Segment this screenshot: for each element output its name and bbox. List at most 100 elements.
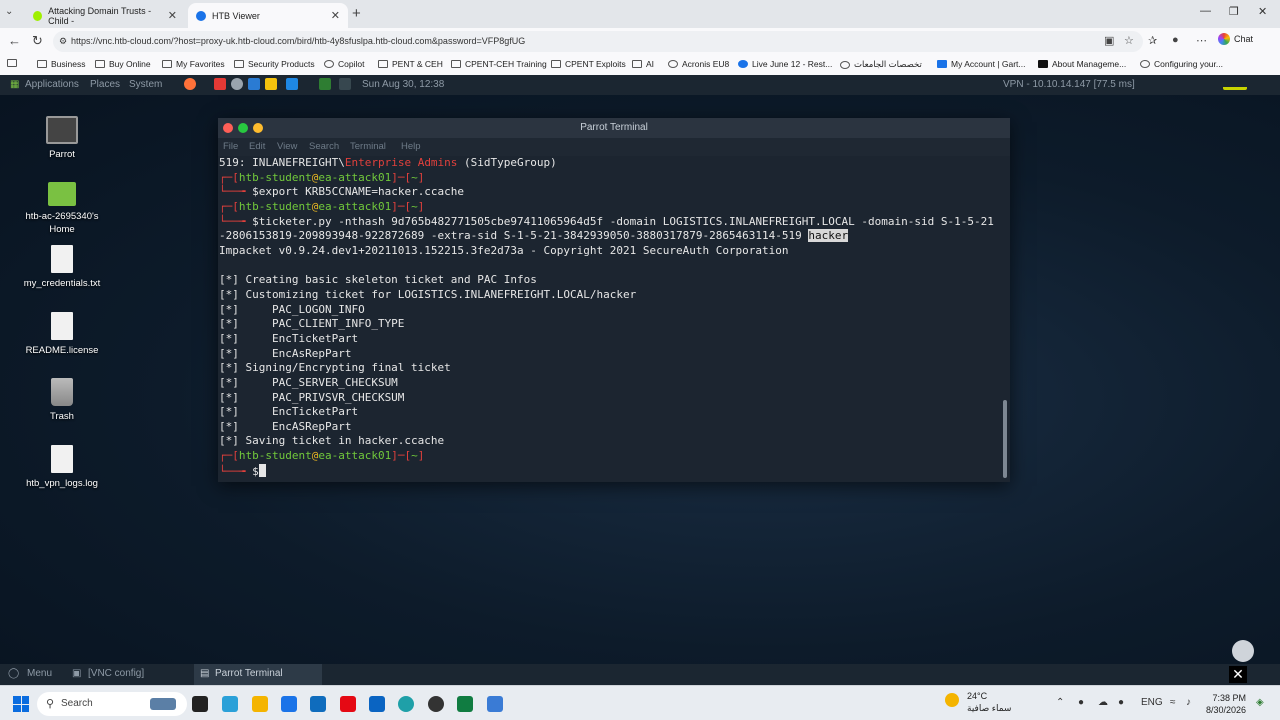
airplane-icon [150, 698, 176, 710]
outlook-icon[interactable] [369, 696, 385, 712]
favorites-icon[interactable]: ✰ [1148, 34, 1157, 47]
terminal-icon[interactable] [319, 78, 331, 90]
app-icon[interactable] [339, 78, 351, 90]
bottom-menu[interactable]: Menu [27, 668, 52, 679]
task-view-icon[interactable] [192, 696, 208, 712]
bookmark-arabic[interactable]: تخصصات الجامعات [840, 59, 922, 70]
htb-viewer-favicon-icon [196, 10, 206, 21]
bookmark-business[interactable]: Business [37, 59, 86, 69]
app-icon[interactable] [231, 78, 243, 90]
desktop-icon-vpn-logs[interactable]: htb_vpn_logs.log [17, 445, 107, 490]
bookmark-live-june[interactable]: Live June 12 - Rest... [738, 59, 832, 69]
close-tab-icon[interactable]: ✕ [168, 9, 177, 22]
more-menu-icon[interactable]: ⋯ [1196, 34, 1207, 47]
bookmark-pent-ceh[interactable]: PENT & CEH [378, 59, 443, 69]
site-info-icon[interactable]: ⚙ [59, 31, 67, 52]
tray-app-icon[interactable]: ● [1078, 697, 1084, 708]
term-menu-view[interactable]: View [277, 141, 297, 152]
bookmark-about-management[interactable]: About Manageme... [1038, 59, 1126, 69]
search-placeholder: Search [61, 698, 93, 709]
chevron-up-icon[interactable]: ⌃ [1056, 697, 1064, 708]
profile-avatar-icon[interactable]: ● [1172, 34, 1179, 46]
windows-start-icon[interactable] [13, 696, 29, 712]
url-field[interactable]: ⚙ https://vnc.htb-cloud.com/?host=proxy-… [53, 31, 1143, 52]
menu-icon[interactable]: ◯ [8, 668, 19, 679]
widgets-icon[interactable] [222, 696, 238, 712]
notification-icon[interactable]: ◈ [1256, 697, 1264, 708]
refresh-icon[interactable]: ↻ [32, 33, 43, 49]
netflix-icon[interactable] [340, 696, 356, 712]
app-icon[interactable] [286, 78, 298, 90]
bookmark-gartner[interactable]: My Account | Gart... [937, 59, 1025, 69]
app-icon[interactable] [214, 78, 226, 90]
bookmark-acronis[interactable]: Acronis EU8 [668, 59, 729, 69]
firefox-icon[interactable] [184, 78, 196, 90]
onedrive-icon[interactable]: ☁ [1098, 697, 1108, 708]
desktop-icon-trash[interactable]: Trash [17, 378, 107, 423]
vnc-menu-icon[interactable] [1232, 640, 1254, 662]
close-dot-icon[interactable] [223, 123, 233, 133]
vnc-config-task[interactable]: [VNC config] [88, 668, 144, 679]
term-menu-terminal[interactable]: Terminal [350, 141, 386, 152]
vnc-close-icon[interactable]: ✕ [1229, 666, 1247, 683]
remote-desktop[interactable]: ▦ Applications Places System Sun Aug 30,… [0, 75, 1280, 664]
speaker-icon[interactable]: ♪ [1186, 697, 1191, 708]
terminal-window[interactable]: Parrot Terminal File Edit View Search Te… [218, 118, 1010, 482]
close-tab-icon[interactable]: ✕ [331, 9, 340, 22]
close-window-icon[interactable]: ✕ [1258, 5, 1267, 18]
tab-list-icon[interactable]: ⌄ [5, 6, 13, 17]
store-icon[interactable] [281, 696, 297, 712]
term-menu-file[interactable]: File [223, 141, 238, 152]
app-icon[interactable] [428, 696, 444, 712]
menu-places[interactable]: Places [90, 79, 120, 90]
terminal-scrollbar[interactable] [1003, 400, 1007, 478]
minimize-dot-icon[interactable] [253, 123, 263, 133]
bookmark-copilot[interactable]: Copilot [324, 59, 364, 69]
reader-icon[interactable]: ▣ [1104, 34, 1114, 47]
burp-icon[interactable] [265, 78, 277, 90]
maximize-icon[interactable]: ❐ [1229, 5, 1239, 18]
favorite-star-icon[interactable]: ☆ [1124, 34, 1134, 47]
menu-applications[interactable]: Applications [25, 79, 79, 90]
excel-icon[interactable] [457, 696, 473, 712]
wifi-icon[interactable]: ≈ [1170, 697, 1176, 708]
app-icon[interactable] [310, 696, 326, 712]
term-menu-search[interactable]: Search [309, 141, 339, 152]
maximize-dot-icon[interactable] [238, 123, 248, 133]
folder-icon [37, 60, 47, 68]
desktop-icon-readme[interactable]: README.license [17, 312, 107, 357]
taskbar-clock[interactable]: 7:38 PM 8/30/2026 [1196, 692, 1246, 716]
new-tab-icon[interactable]: + [352, 5, 361, 22]
microphone-icon[interactable]: ● [1118, 697, 1124, 708]
desktop-icon-credentials[interactable]: my_credentials.txt [17, 245, 107, 290]
workspaces-icon[interactable] [7, 59, 21, 67]
bookmark-configuring[interactable]: Configuring your... [1140, 59, 1223, 69]
minimize-icon[interactable]: — [1200, 5, 1211, 17]
terminal-output[interactable]: 519: INLANEFREIGHT\Enterprise Admins (Si… [219, 156, 999, 478]
apps-grid-icon[interactable]: ▦ [10, 79, 19, 90]
bookmark-cpent-ceh-training[interactable]: CPENT-CEH Training [451, 59, 547, 69]
app-icon[interactable] [487, 696, 503, 712]
tab-htb-viewer[interactable]: HTB Viewer ✕ [188, 3, 348, 28]
bookmark-security-products[interactable]: Security Products [234, 59, 315, 69]
tab-attacking-domain-trusts[interactable]: Attacking Domain Trusts - Child - ✕ [25, 3, 185, 28]
terminal-task[interactable]: Parrot Terminal [215, 668, 283, 679]
terminal-titlebar[interactable]: Parrot Terminal [218, 118, 1010, 138]
vscode-icon[interactable] [248, 78, 260, 90]
weather-widget[interactable]: 24°C سماء صافية [945, 690, 1011, 714]
desktop-icon-parrot[interactable]: Parrot [17, 112, 107, 161]
back-icon[interactable]: ← [8, 33, 21, 48]
bookmark-my-favorites[interactable]: My Favorites [162, 59, 225, 69]
file-explorer-icon[interactable] [252, 696, 268, 712]
bookmark-buy-online[interactable]: Buy Online [95, 59, 151, 69]
desktop-icon-home[interactable]: htb-ac-2695340's Home [17, 178, 107, 236]
copilot-chat-button[interactable]: Chat [1218, 33, 1253, 45]
term-menu-edit[interactable]: Edit [249, 141, 265, 152]
bookmark-ai[interactable]: AI [632, 59, 654, 69]
bookmark-cpent-exploits[interactable]: CPENT Exploits [551, 59, 626, 69]
menu-system[interactable]: System [129, 79, 162, 90]
folder-icon [95, 60, 105, 68]
edge-icon[interactable] [398, 696, 414, 712]
language-indicator[interactable]: ENG [1141, 697, 1163, 708]
term-menu-help[interactable]: Help [401, 141, 421, 152]
